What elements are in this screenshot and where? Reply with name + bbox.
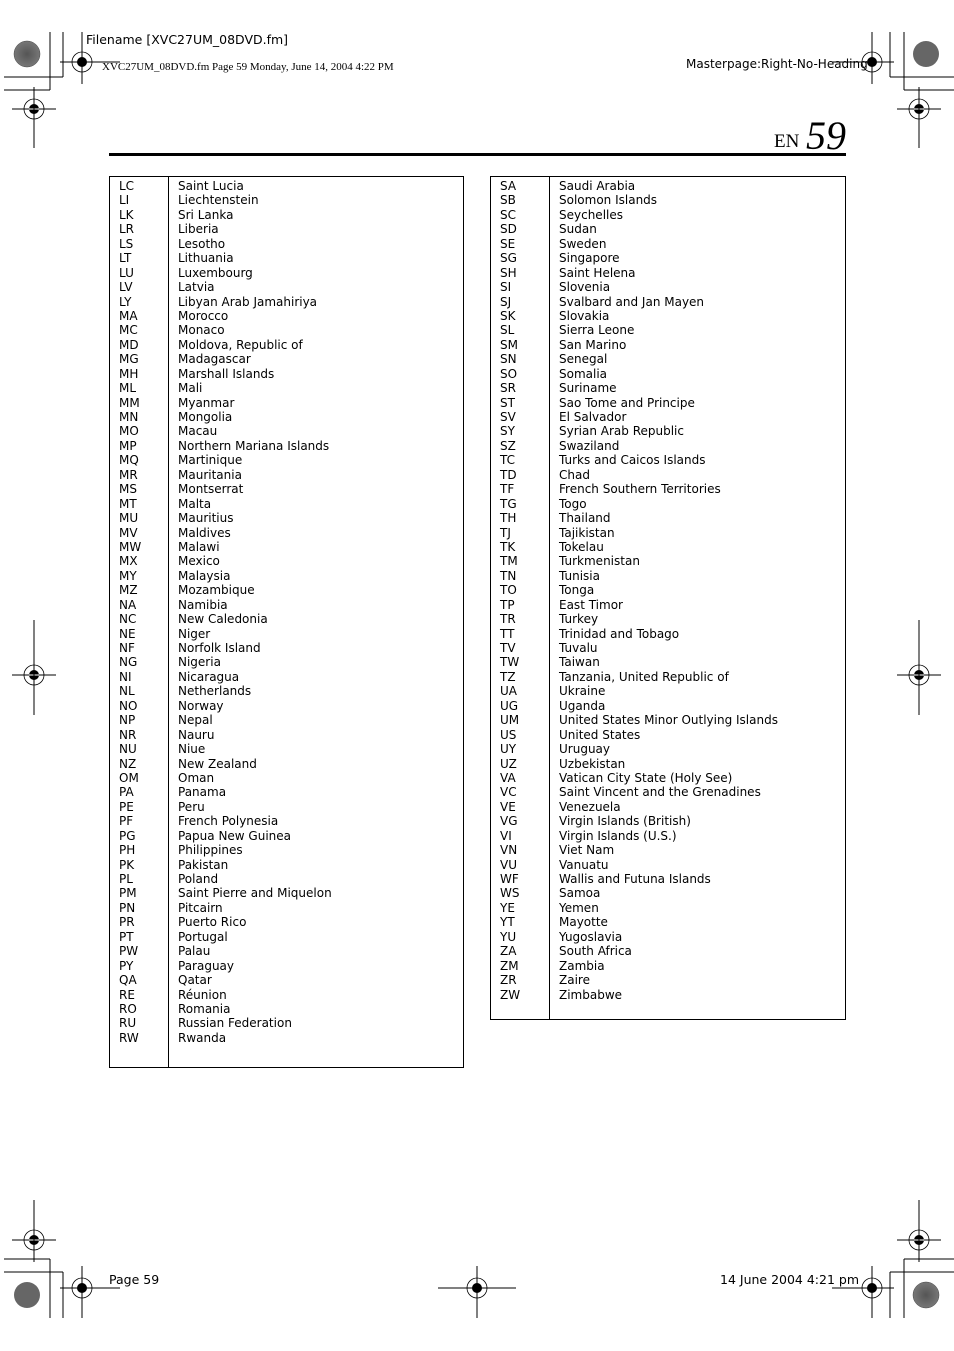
color-bar-dot-icon bbox=[913, 41, 939, 67]
color-bar-dot-icon bbox=[14, 1282, 40, 1308]
color-bar-dot-icon bbox=[13, 40, 41, 68]
color-bar-dot-icon bbox=[912, 1281, 940, 1309]
print-marks bbox=[4, 32, 954, 1318]
